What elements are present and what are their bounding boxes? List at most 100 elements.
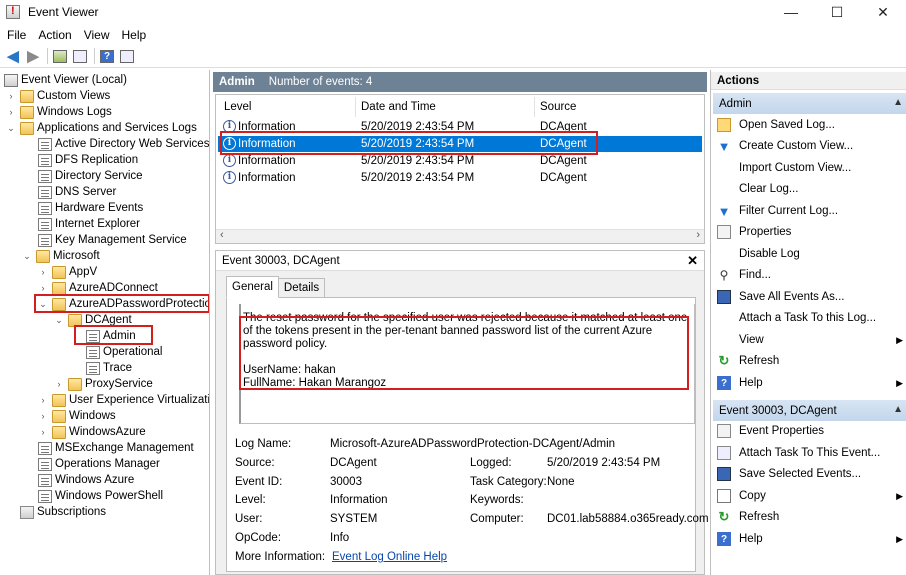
- action-disable-log[interactable]: Disable Log: [717, 245, 906, 263]
- tree-node-log[interactable]: MSExchange Management: [38, 440, 194, 456]
- log-icon: [38, 201, 52, 215]
- action-open-saved-log[interactable]: Open Saved Log...: [717, 116, 906, 134]
- scroll-left-icon[interactable]: ‹: [220, 229, 224, 241]
- action-help[interactable]: ? Help ▶: [717, 374, 906, 392]
- tree-node-log[interactable]: DFS Replication: [38, 152, 138, 168]
- expand-icon[interactable]: ›: [6, 91, 16, 101]
- maximize-button[interactable]: ☐: [814, 0, 860, 24]
- action-find[interactable]: ⚲ Find...: [717, 266, 906, 284]
- help-icon[interactable]: ?: [98, 47, 116, 65]
- tree-node-root[interactable]: Event Viewer (Local): [4, 72, 127, 88]
- tree-node-log[interactable]: Directory Service: [38, 168, 143, 184]
- action-refresh-event[interactable]: ↻ Refresh: [717, 508, 906, 526]
- event-row[interactable]: i Information 5/20/2019 2:43:54 PM DCAge…: [218, 153, 702, 169]
- action-label: Create Custom View...: [739, 140, 854, 152]
- back-arrow-icon[interactable]: ◀: [4, 47, 22, 65]
- tab-details[interactable]: Details: [277, 278, 326, 298]
- tree-node-proxyservice[interactable]: › ProxyService: [54, 376, 153, 392]
- copy-icon: [717, 489, 731, 503]
- expand-icon[interactable]: ›: [6, 107, 16, 117]
- tree-node-appv[interactable]: › AppV: [38, 264, 97, 280]
- forward-arrow-icon[interactable]: ▶: [24, 47, 42, 65]
- menu-file[interactable]: File: [0, 28, 32, 42]
- tree-node-app-services[interactable]: ⌄ Applications and Services Logs: [6, 120, 197, 136]
- column-header-datetime[interactable]: Date and Time: [361, 101, 436, 113]
- menu-view[interactable]: View: [78, 28, 116, 42]
- action-create-custom-view[interactable]: ▼ Create Custom View...: [717, 137, 906, 155]
- tree-node-operational[interactable]: Operational: [86, 344, 162, 360]
- column-header-level[interactable]: Level: [224, 101, 252, 113]
- event-row[interactable]: i Information 5/20/2019 2:43:54 PM DCAge…: [218, 170, 702, 186]
- action-filter-current-log[interactable]: ▼ Filter Current Log...: [717, 202, 906, 220]
- online-help-link[interactable]: Event Log Online Help: [332, 551, 447, 563]
- tree-node-log[interactable]: Windows Azure: [38, 472, 134, 488]
- save-icon: [717, 290, 731, 304]
- event-count-label: Number of events: 4: [268, 76, 373, 88]
- tree-node-log[interactable]: Hardware Events: [38, 200, 143, 216]
- expand-icon[interactable]: ›: [54, 379, 64, 389]
- tree-node-log[interactable]: Active Directory Web Services: [38, 136, 209, 152]
- collapse-triangle-icon[interactable]: ▲: [893, 404, 903, 415]
- tree-node-log[interactable]: Windows PowerShell: [38, 488, 163, 504]
- prop-value: None: [547, 476, 575, 488]
- tree-node-subscriptions[interactable]: Subscriptions: [20, 504, 106, 520]
- tree-node-log[interactable]: Internet Explorer: [38, 216, 140, 232]
- tree-node-log[interactable]: Key Management Service: [38, 232, 187, 248]
- scroll-right-icon[interactable]: ›: [696, 229, 700, 241]
- collapse-icon[interactable]: ⌄: [54, 315, 64, 326]
- close-detail-icon[interactable]: ✕: [687, 253, 698, 269]
- tree-node-windowsazure[interactable]: › WindowsAzure: [38, 424, 146, 440]
- menu-help[interactable]: Help: [116, 28, 153, 42]
- tree-node-windows[interactable]: › Windows: [38, 408, 116, 424]
- submenu-arrow-icon: ▶: [896, 334, 903, 345]
- column-separator[interactable]: [355, 97, 356, 117]
- expand-icon[interactable]: ›: [38, 395, 48, 405]
- event-viewer-icon: [6, 5, 20, 19]
- action-event-properties[interactable]: Event Properties: [717, 422, 906, 440]
- action-clear-log[interactable]: Clear Log...: [717, 180, 906, 198]
- expand-icon[interactable]: ›: [38, 267, 48, 277]
- tree-node-custom-views[interactable]: › Custom Views: [6, 88, 110, 104]
- expand-icon[interactable]: ›: [38, 411, 48, 421]
- action-import-custom-view[interactable]: Import Custom View...: [717, 159, 906, 177]
- up-folder-icon[interactable]: [51, 47, 69, 65]
- menu-action[interactable]: Action: [32, 28, 77, 42]
- expand-icon[interactable]: ›: [38, 427, 48, 437]
- action-label: Open Saved Log...: [739, 119, 835, 131]
- action-attach-task-log[interactable]: Attach a Task To this Log...: [717, 309, 906, 327]
- tree-node-microsoft[interactable]: ⌄ Microsoft: [22, 248, 100, 264]
- tree-node-uev[interactable]: › User Experience Virtualization: [38, 392, 209, 408]
- log-icon: [38, 233, 52, 247]
- filter-icon: ▼: [717, 138, 731, 154]
- action-properties[interactable]: Properties: [717, 223, 906, 241]
- action-help-event[interactable]: ? Help ▶: [717, 530, 906, 548]
- tree-node-windows-logs[interactable]: › Windows Logs: [6, 104, 112, 120]
- action-copy[interactable]: Copy ▶: [717, 487, 906, 505]
- tree-node-trace[interactable]: Trace: [86, 360, 132, 376]
- tab-general[interactable]: General: [226, 276, 279, 298]
- events-header: Admin Number of events: 4: [213, 72, 707, 92]
- action-refresh[interactable]: ↻ Refresh: [717, 352, 906, 370]
- actions-section-event[interactable]: Event 30003, DCAgent ▲: [713, 400, 906, 421]
- event-level: Information: [238, 155, 296, 167]
- collapse-icon[interactable]: ⌄: [22, 251, 32, 262]
- action-save-all-events[interactable]: Save All Events As...: [717, 288, 906, 306]
- action-save-selected-events[interactable]: Save Selected Events...: [717, 465, 906, 483]
- show-hide-tree-icon[interactable]: [71, 47, 89, 65]
- actions-section-admin[interactable]: Admin ▲: [713, 93, 906, 114]
- action-view[interactable]: View ▶: [717, 331, 906, 349]
- collapse-triangle-icon[interactable]: ▲: [893, 97, 903, 108]
- tree-node-log[interactable]: Operations Manager: [38, 456, 160, 472]
- column-header-source[interactable]: Source: [540, 101, 576, 113]
- expand-icon[interactable]: ›: [38, 283, 48, 293]
- horizontal-scrollbar[interactable]: ‹ ›: [216, 229, 704, 243]
- action-label: Properties: [739, 226, 792, 238]
- prop-value: 5/20/2019 2:43:54 PM: [547, 457, 661, 469]
- column-separator[interactable]: [534, 97, 535, 117]
- tree-node-log[interactable]: DNS Server: [38, 184, 116, 200]
- collapse-icon[interactable]: ⌄: [6, 123, 16, 134]
- minimize-button[interactable]: —: [768, 0, 814, 24]
- show-hide-action-pane-icon[interactable]: [118, 47, 136, 65]
- close-button[interactable]: ✕: [860, 0, 906, 24]
- action-attach-task-event[interactable]: Attach Task To This Event...: [717, 444, 906, 462]
